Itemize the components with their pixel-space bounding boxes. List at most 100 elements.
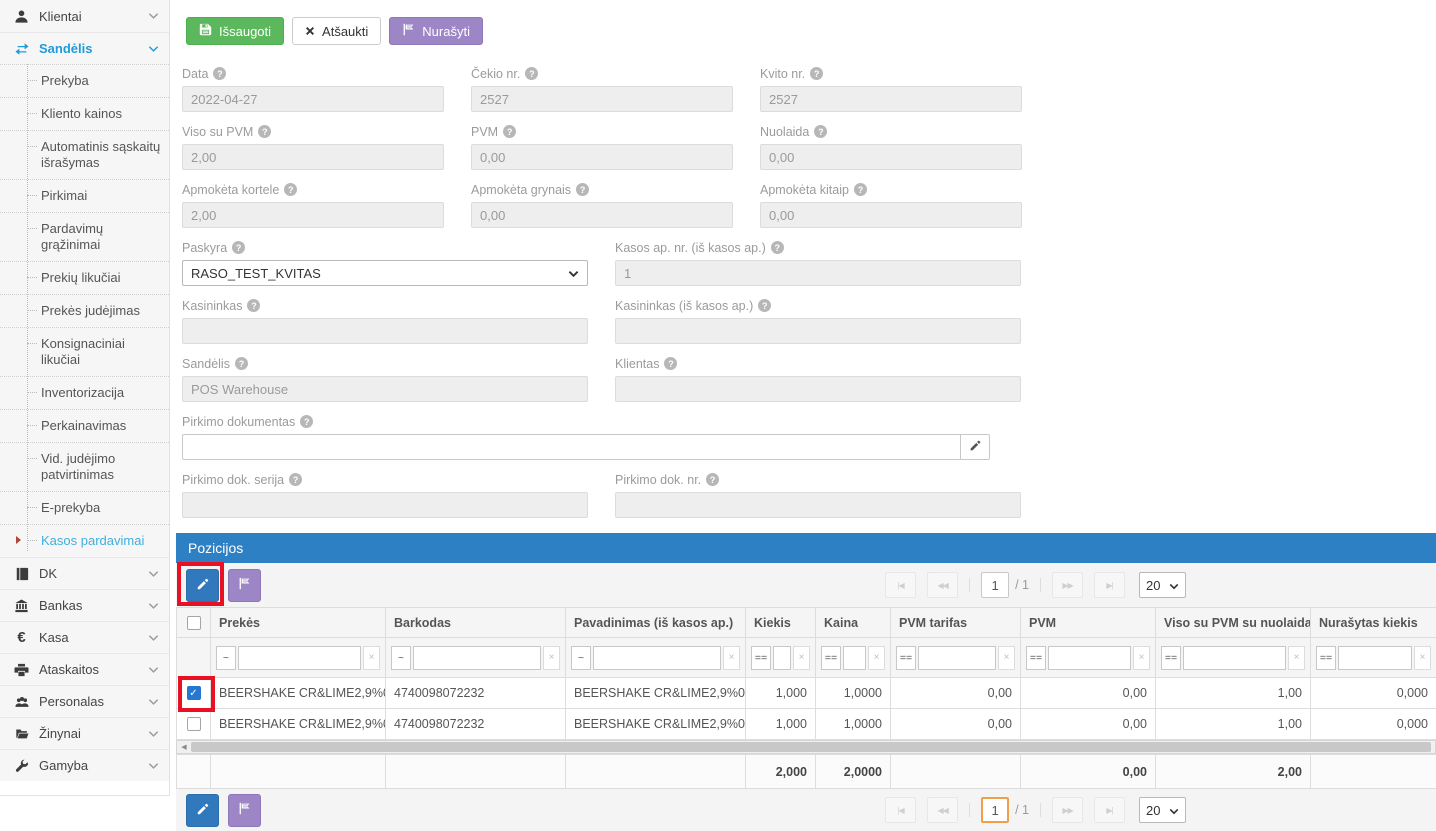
help-icon[interactable]: ? [232, 241, 245, 254]
page-prev-button[interactable]: ◀◀ [927, 797, 958, 823]
table-row[interactable]: ✓ BEERSHAKE CR&LIME2,9%0.5... 4740098072… [177, 678, 1436, 709]
save-button[interactable]: Išsaugoti [186, 17, 284, 45]
sidebar-subitem-perkainavimas[interactable]: Perkainavimas [0, 409, 169, 442]
sidebar-item-zinynai[interactable]: Žinynai [0, 717, 169, 749]
page-size-select[interactable]: 20 [1139, 797, 1186, 823]
cancel-button[interactable]: Atšaukti [292, 17, 381, 45]
writeoff-positions-button[interactable] [228, 569, 261, 602]
page-next-button[interactable]: ▶▶ [1052, 797, 1083, 823]
filter-input-kiekis[interactable] [773, 646, 791, 670]
help-icon[interactable]: ? [284, 183, 297, 196]
filter-operator-button[interactable]: == [896, 646, 916, 670]
help-icon[interactable]: ? [664, 357, 677, 370]
sidebar-item-dk[interactable]: DK [0, 557, 169, 589]
help-icon[interactable]: ? [289, 473, 302, 486]
sidebar-subitem-pirkimai[interactable]: Pirkimai [0, 179, 169, 212]
filter-operator-button[interactable]: == [1316, 646, 1336, 670]
writeoff-positions-button-bottom[interactable] [228, 794, 261, 827]
filter-clear-button[interactable]: × [868, 646, 885, 670]
filter-clear-button[interactable]: × [1414, 646, 1431, 670]
row-checkbox[interactable]: ✓ [187, 686, 201, 700]
writeoff-button[interactable]: Nurašyti [389, 17, 483, 45]
sidebar-subitem-prekes-judejimas[interactable]: Prekės judėjimas [0, 294, 169, 327]
filter-input-pavadinimas[interactable] [593, 646, 721, 670]
sidebar-subitem-pardavimu-grazinimai[interactable]: Pardavimų grąžinimai [0, 212, 169, 261]
edit-positions-button-bottom[interactable] [186, 794, 219, 827]
help-icon[interactable]: ? [758, 299, 771, 312]
filter-operator-button[interactable]: ~ [571, 646, 591, 670]
sidebar-item-klientai[interactable]: Klientai [0, 0, 169, 32]
sidebar-subitem-kasos-pardavimai[interactable]: Kasos pardavimai [0, 524, 169, 557]
page-number-input[interactable] [981, 572, 1009, 598]
filter-clear-button[interactable]: × [998, 646, 1015, 670]
help-icon[interactable]: ? [503, 125, 516, 138]
scrollbar-thumb[interactable] [191, 742, 1431, 752]
filter-operator-button[interactable]: == [1026, 646, 1046, 670]
help-icon[interactable]: ? [258, 125, 271, 138]
scroll-left-arrow-icon[interactable]: ◀ [177, 741, 191, 753]
filter-input-nurasytas[interactable] [1338, 646, 1412, 670]
filter-input-prekes[interactable] [238, 646, 361, 670]
sidebar-item-gamyba[interactable]: Gamyba [0, 749, 169, 781]
filter-input-pvm-tarifas[interactable] [918, 646, 996, 670]
page-first-button[interactable]: |◀ [885, 797, 916, 823]
help-icon[interactable]: ? [810, 67, 823, 80]
sidebar-subitem-vid-judejimo-patvirtinimas[interactable]: Vid. judėjimo patvirtinimas [0, 442, 169, 491]
help-icon[interactable]: ? [706, 473, 719, 486]
filter-clear-button[interactable]: × [723, 646, 740, 670]
filter-clear-button[interactable]: × [793, 646, 810, 670]
sidebar-subitem-prekiu-likuciai[interactable]: Prekių likučiai [0, 261, 169, 294]
filter-input-kaina[interactable] [843, 646, 866, 670]
sidebar-item-kasa[interactable]: € Kasa [0, 621, 169, 653]
help-icon[interactable]: ? [814, 125, 827, 138]
help-icon[interactable]: ? [235, 357, 248, 370]
sidebar-item-sandelis[interactable]: Sandėlis [0, 32, 169, 64]
page-prev-button[interactable]: ◀◀ [927, 572, 958, 598]
sidebar-item-personalas[interactable]: Personalas [0, 685, 169, 717]
filter-input-pvm[interactable] [1048, 646, 1131, 670]
page-first-button[interactable]: |◀ [885, 572, 916, 598]
help-icon[interactable]: ? [247, 299, 260, 312]
filter-clear-button[interactable]: × [1288, 646, 1305, 670]
page-next-button[interactable]: ▶▶ [1052, 572, 1083, 598]
table-row[interactable]: BEERSHAKE CR&LIME2,9%0.5... 474009807223… [177, 709, 1436, 740]
help-icon[interactable]: ? [525, 67, 538, 80]
horizontal-scrollbar[interactable]: ◀ [176, 740, 1436, 754]
positions-summary-table: 2,000 2,0000 0,00 2,00 [176, 754, 1436, 789]
filter-operator-button[interactable]: ~ [216, 646, 236, 670]
pirkimo-dokumentas-edit-button[interactable] [961, 434, 990, 460]
sidebar-subitem-inventorizacija[interactable]: Inventorizacija [0, 376, 169, 409]
help-icon[interactable]: ? [213, 67, 226, 80]
filter-operator-button[interactable]: == [821, 646, 841, 670]
sidebar-subitem-prekyba[interactable]: Prekyba [0, 64, 169, 97]
filter-input-viso[interactable] [1183, 646, 1286, 670]
page-last-button[interactable]: ▶| [1094, 572, 1125, 598]
page-number-input-focused[interactable] [981, 797, 1009, 823]
edit-positions-button[interactable] [186, 569, 219, 602]
select-caret-icon [1169, 803, 1179, 818]
sidebar-subitem-e-prekyba[interactable]: E-prekyba [0, 491, 169, 524]
select-all-checkbox[interactable] [187, 616, 201, 630]
filter-operator-button[interactable]: == [751, 646, 771, 670]
pirkimo-dokumentas-field[interactable] [182, 434, 961, 460]
filter-operator-button[interactable]: == [1161, 646, 1181, 670]
filter-input-barkodas[interactable] [413, 646, 541, 670]
help-icon[interactable]: ? [576, 183, 589, 196]
help-icon[interactable]: ? [771, 241, 784, 254]
sidebar-item-bankas[interactable]: Bankas [0, 589, 169, 621]
sidebar-item-ataskaitos[interactable]: Ataskaitos [0, 653, 169, 685]
help-icon[interactable]: ? [300, 415, 313, 428]
sidebar-subitem-automatinis-saskaitu-israsymas[interactable]: Automatinis sąskaitų išrašymas [0, 130, 169, 179]
page-last-button[interactable]: ▶| [1094, 797, 1125, 823]
page-size-select[interactable]: 20 [1139, 572, 1186, 598]
sidebar-subitem-konsignaciniai-likuciai[interactable]: Konsignaciniai likučiai [0, 327, 169, 376]
pirkimo-dok-nr-field [615, 492, 1021, 518]
filter-clear-button[interactable]: × [363, 646, 380, 670]
paskyra-select[interactable]: RASO_TEST_KVITAS [182, 260, 588, 286]
row-checkbox[interactable] [187, 717, 201, 731]
filter-operator-button[interactable]: ~ [391, 646, 411, 670]
filter-clear-button[interactable]: × [1133, 646, 1150, 670]
sidebar-subitem-kliento-kainos[interactable]: Kliento kainos [0, 97, 169, 130]
filter-clear-button[interactable]: × [543, 646, 560, 670]
help-icon[interactable]: ? [854, 183, 867, 196]
